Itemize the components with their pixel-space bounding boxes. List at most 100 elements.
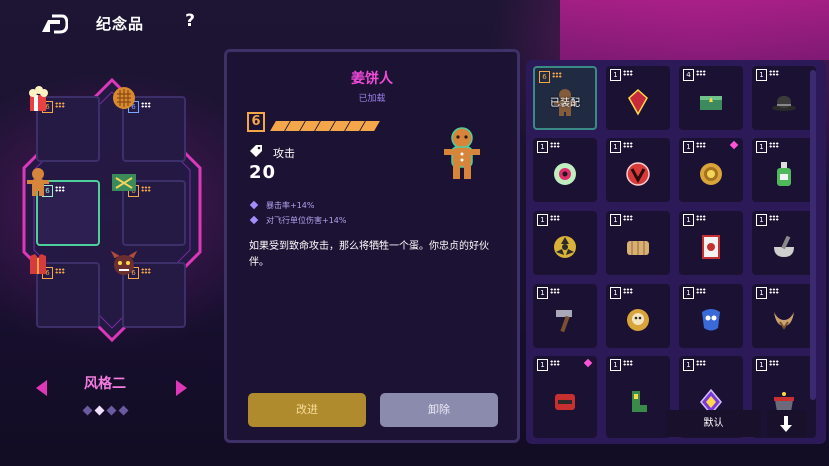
back-icon[interactable]	[40, 14, 68, 34]
tarot-card-icon	[702, 234, 720, 259]
perk-bullet-icon	[249, 215, 259, 225]
item-status: 已加载	[358, 94, 386, 104]
tier-badge: 1	[756, 359, 767, 371]
loadout-slot[interactable]: 6	[30, 254, 100, 328]
sort-button[interactable]	[767, 410, 807, 437]
tier-badge: 1	[610, 359, 621, 371]
tier-badge: 1	[537, 214, 548, 226]
waffle-icon	[113, 87, 135, 109]
rank-dots	[141, 186, 151, 192]
perk-text: 暴击率+14%	[266, 201, 315, 210]
perk-item: 对飞行单位伤害+14%	[249, 215, 347, 226]
red-gem-icon	[628, 88, 648, 116]
rank-dots	[550, 215, 560, 221]
tier-badge: 1	[683, 214, 694, 226]
loadout-slot-selected[interactable]: 6	[27, 168, 100, 246]
inventory-item-equipped[interactable]: 6 已装配	[533, 66, 597, 130]
page-title: 纪念品	[96, 15, 145, 33]
inventory-item[interactable]: 1	[752, 211, 816, 275]
v-badge-icon	[626, 162, 650, 186]
gold-medal-icon	[700, 162, 722, 185]
rank-dots	[696, 288, 706, 294]
item-description: 如果受到致命攻击，那么将牺牲一个蛋。你忠贞的好伙伴。	[249, 241, 489, 268]
gingerbread-man-preview-icon	[444, 127, 480, 179]
tier-badge: 1	[756, 141, 767, 153]
prev-style-arrow-icon[interactable]	[36, 380, 47, 396]
inventory-scrollbar[interactable]	[810, 70, 816, 400]
inventory-item[interactable]: 1	[679, 284, 743, 348]
loadout-slot[interactable]: 6	[110, 250, 186, 328]
mortar-bowl-icon	[774, 235, 794, 257]
next-style-arrow-icon[interactable]	[176, 380, 187, 396]
rank-dots	[552, 72, 562, 78]
tier-badge: 1	[610, 214, 621, 226]
inventory-item[interactable]: 1	[533, 356, 597, 438]
inventory-item[interactable]: 1	[752, 66, 816, 130]
perk-item: 暴击率+14%	[249, 200, 315, 211]
rank-dots	[769, 70, 779, 76]
rank-dots	[141, 268, 151, 274]
inventory-item[interactable]: 4	[679, 66, 743, 130]
sort-icon	[780, 416, 792, 432]
green-potion-icon	[777, 161, 791, 186]
inventory-item[interactable]: 1	[606, 66, 670, 130]
inventory-item[interactable]: 1	[679, 211, 743, 275]
inventory-item[interactable]: 1	[533, 138, 597, 202]
upgrade-button[interactable]: 改进	[248, 393, 366, 427]
rank-dots	[141, 102, 151, 108]
inventory-item[interactable]: 1	[752, 138, 816, 202]
inventory-item[interactable]: 1	[679, 138, 743, 202]
eyeball-icon	[554, 162, 576, 185]
cash-box-icon	[112, 174, 136, 191]
new-item-marker-icon	[729, 140, 739, 150]
tier-badge: 1	[537, 141, 548, 153]
rank-dots	[769, 142, 779, 148]
perk-bullet-icon	[249, 200, 259, 210]
tier-badge: 1	[537, 359, 548, 371]
rank-dots	[55, 268, 65, 274]
inventory-item[interactable]: 1	[533, 284, 597, 348]
loadout-grid: 6 6 6 6 6 6	[14, 74, 210, 346]
radioactive-coin-icon	[554, 235, 576, 258]
equipped-label: 已装配	[550, 98, 580, 109]
tier-badge: 6	[539, 71, 550, 83]
skull-coin-icon	[627, 308, 649, 331]
inventory-item[interactable]: 1	[606, 356, 670, 438]
rank-dots	[696, 70, 706, 76]
bread-loaf-icon	[627, 240, 649, 255]
inventory-item[interactable]: 1	[606, 138, 670, 202]
tier-badge: 1	[683, 359, 694, 371]
horns-icon	[774, 311, 794, 330]
blue-mask-icon	[702, 308, 720, 331]
inventory-item[interactable]: 1	[752, 284, 816, 348]
loadout-slot[interactable]: 6	[29, 86, 100, 162]
inventory-item[interactable]: 1	[606, 284, 670, 348]
tier-badge: 1	[756, 69, 767, 81]
rank-dots	[55, 186, 65, 192]
top-bar: 纪念品 ?	[0, 0, 829, 48]
green-chest-icon	[700, 95, 722, 110]
loadout-slot[interactable]: 6	[113, 87, 186, 162]
tier-badge: 4	[683, 69, 694, 81]
new-item-marker-icon	[583, 358, 593, 368]
help-icon[interactable]: ?	[180, 11, 200, 33]
inventory-item[interactable]: 1	[606, 211, 670, 275]
perk-text: 对飞行单位伤害+14%	[266, 216, 347, 225]
rank-dots	[769, 288, 779, 294]
rank-dots	[623, 288, 633, 294]
upgrade-pips	[270, 116, 383, 131]
inventory-item[interactable]: 1	[533, 211, 597, 275]
item-level: 6	[247, 112, 265, 132]
tier-badge: 1	[683, 141, 694, 153]
default-button[interactable]: 默认	[666, 410, 761, 437]
tier-badge: 1	[610, 287, 621, 299]
tier-badge: 1	[756, 214, 767, 226]
rank-dots	[696, 142, 706, 148]
rank-dots	[623, 215, 633, 221]
style-label: 风格二	[84, 376, 126, 392]
rank-dots	[623, 70, 633, 76]
attack-tag-icon	[250, 145, 262, 157]
tier-badge: 1	[756, 287, 767, 299]
unequip-button[interactable]: 卸除	[380, 393, 498, 427]
loadout-slot[interactable]: 6	[112, 174, 186, 246]
